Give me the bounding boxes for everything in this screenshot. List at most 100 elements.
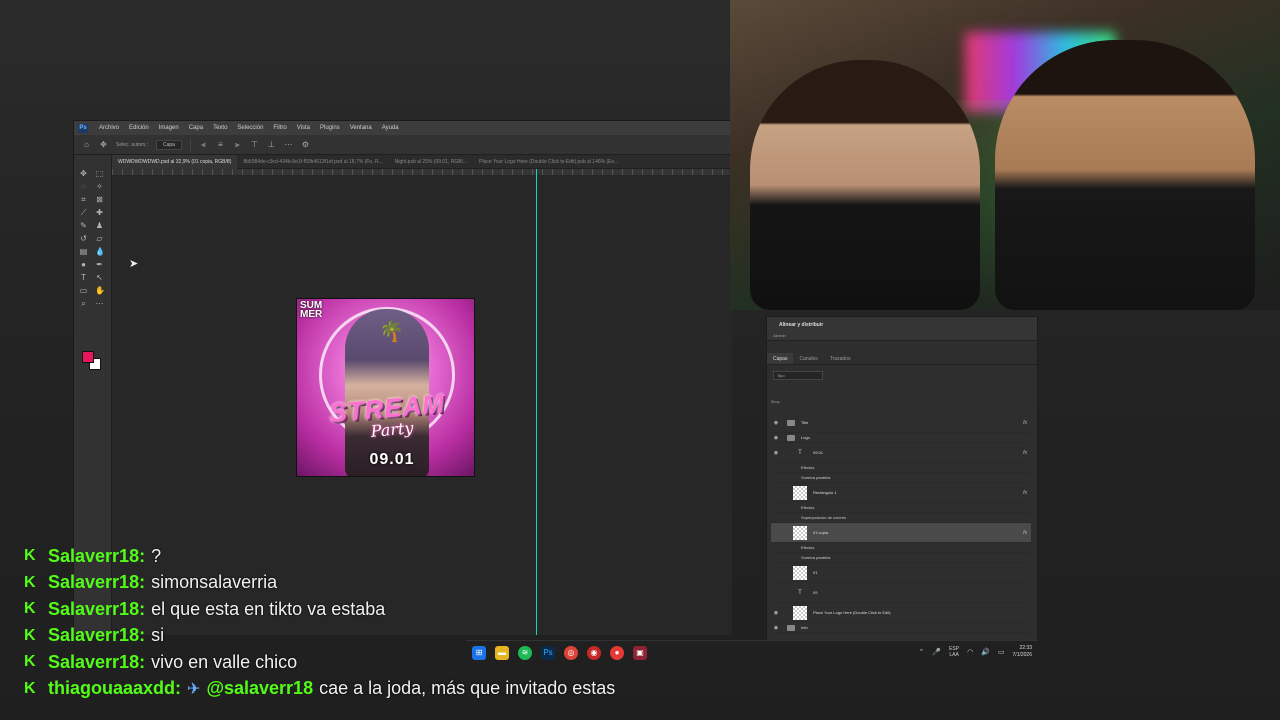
eye-icon[interactable]: ◉: [771, 435, 781, 441]
kick-badge-icon: K: [24, 600, 36, 618]
layer-filter-dropdown[interactable]: Tipo: [773, 371, 823, 380]
menu-capa[interactable]: Capa: [184, 121, 208, 135]
menu-archivo[interactable]: Archivo: [94, 121, 124, 135]
tab-canales[interactable]: Canales: [793, 353, 823, 364]
menu-ventana[interactable]: Ventana: [345, 121, 377, 135]
history-brush-icon[interactable]: ↺: [79, 234, 88, 243]
zoom-icon[interactable]: ⌕: [79, 299, 88, 308]
crop-icon[interactable]: ⌗: [79, 195, 88, 204]
menu-ayuda[interactable]: Ayuda: [377, 121, 404, 135]
gradient-icon[interactable]: ▤: [79, 247, 88, 256]
effect-row[interactable]: Efectos: [771, 543, 1031, 553]
doc-tab-8b59[interactable]: 8b5984de-c9cd-434b-8e1f-f59b4613f1ef.psd…: [237, 155, 388, 169]
frame-icon[interactable]: ⊠: [95, 195, 104, 204]
align-left-icon[interactable]: ⫷: [199, 140, 208, 149]
stream-party-artwork[interactable]: 🌴 SUM MER STREAM Party 09.01: [296, 298, 475, 477]
auto-select-dropdown[interactable]: Capa: [155, 139, 182, 150]
menu-plugins[interactable]: Plugins: [315, 121, 345, 135]
foreground-color-swatch[interactable]: [82, 351, 94, 363]
type-tool-icon[interactable]: T: [79, 273, 88, 282]
dodge-icon[interactable]: ●: [79, 260, 88, 269]
layer-row[interactable]: T 09: [771, 583, 1031, 603]
eye-icon[interactable]: ◉: [771, 420, 781, 426]
rectangle-tool-icon[interactable]: ▭: [79, 286, 88, 295]
doc-tab-logo[interactable]: Place Your Logo Here (Double Click to Ed…: [473, 155, 624, 169]
system-tray: ⌃ 🎤 ESP LAA ◠ 🔊 ▭ 22:33 7/1/2026: [918, 645, 1032, 659]
fx-icon[interactable]: fx: [1023, 530, 1027, 536]
eraser-icon[interactable]: ▱: [95, 234, 104, 243]
effect-row[interactable]: Superposición de colores: [771, 513, 1031, 523]
align-label: Alinear:: [773, 333, 787, 338]
layer-thumbnail: [793, 605, 807, 620]
hand-icon[interactable]: ✋: [95, 286, 105, 295]
menu-vista[interactable]: Vista: [292, 121, 315, 135]
effect-name: Sombra paralela: [801, 555, 831, 560]
chevron-up-icon[interactable]: ⌃: [918, 648, 924, 656]
more-options-icon[interactable]: ⋯: [284, 140, 293, 149]
fx-icon[interactable]: fx: [1023, 420, 1027, 426]
move-icon[interactable]: ✥: [79, 169, 88, 178]
chat-text: el que esta en tikto va estaba: [151, 598, 386, 619]
brush-icon[interactable]: ✎: [79, 221, 88, 230]
battery-icon[interactable]: ▭: [998, 648, 1005, 656]
wifi-icon[interactable]: ◠: [967, 648, 973, 656]
tab-trazados[interactable]: Trazados: [824, 353, 857, 364]
layer-row[interactable]: ◉ Place Your Logo Here (Double Click to …: [771, 603, 1031, 623]
settings-gear-icon[interactable]: ⚙: [301, 140, 310, 149]
move-tool-icon[interactable]: ✥: [99, 140, 108, 149]
stamp-icon[interactable]: ♟: [95, 221, 104, 230]
kick-badge-icon: K: [24, 573, 36, 591]
chat-text: simonsalaverria: [151, 572, 278, 593]
tab-capas[interactable]: Capas: [767, 353, 794, 364]
fx-icon[interactable]: fx: [1023, 490, 1027, 496]
chat-username: Salaverr18: [48, 625, 140, 646]
edit-toolbar-icon[interactable]: ⋯: [95, 299, 104, 308]
doc-tab-wdwd[interactable]: WDWDWDWDWD.psd al 32,9% (01 copia, RGB/8…: [112, 154, 238, 169]
layer-row-selected[interactable]: 01 copia fx: [771, 523, 1031, 543]
chat-colon: :: [175, 678, 182, 699]
menu-texto[interactable]: Texto: [208, 121, 232, 135]
home-icon[interactable]: ⌂: [82, 140, 91, 149]
text-layer-icon: T: [798, 449, 802, 456]
layer-row[interactable]: ◉ Logo: [771, 433, 1031, 443]
path-select-icon[interactable]: ↖: [95, 273, 104, 282]
lasso-icon[interactable]: ◌: [79, 182, 88, 191]
layer-name: Place Your Logo Here (Double Click to Ed…: [813, 610, 891, 615]
layer-row[interactable]: ◉ Title fx: [771, 413, 1031, 433]
eyedropper-icon[interactable]: ⟋: [79, 208, 88, 217]
chat-mention: @salaverr18: [206, 678, 314, 699]
healing-icon[interactable]: ✚: [95, 208, 104, 217]
effect-row[interactable]: Efectos: [771, 463, 1031, 473]
align-right-icon[interactable]: ⫸: [233, 140, 242, 149]
menu-filtro[interactable]: Filtro: [268, 121, 291, 135]
layer-row[interactable]: ◉ T 09.01 fx: [771, 443, 1031, 463]
doc-tab-night[interactable]: Night.psb al 25% (09.01, RGB/...: [389, 155, 474, 169]
align-top-icon[interactable]: ⊤: [250, 140, 259, 149]
chat-message: K Salaverr18: si: [24, 623, 784, 650]
chat-username: Salaverr18: [48, 598, 140, 619]
layer-row[interactable]: 01: [771, 563, 1031, 583]
fx-icon[interactable]: fx: [1023, 450, 1027, 456]
layer-row[interactable]: Rectángulo 1 fx: [771, 483, 1031, 503]
menu-imagen[interactable]: Imagen: [154, 121, 184, 135]
marquee-icon[interactable]: ⬚: [95, 169, 104, 178]
clock[interactable]: 22:33 7/1/2026: [1013, 645, 1032, 659]
magic-wand-icon[interactable]: ✧: [95, 182, 104, 191]
effect-row[interactable]: Sombra paralela: [771, 553, 1031, 563]
menu-edicion[interactable]: Edición: [124, 121, 154, 135]
align-center-icon[interactable]: ≡: [216, 140, 225, 149]
menu-seleccion[interactable]: Selección: [232, 121, 268, 135]
pen-icon[interactable]: ✒: [95, 260, 104, 269]
blur-icon[interactable]: 💧: [95, 247, 105, 256]
layer-name: Logo: [801, 435, 810, 440]
eye-icon[interactable]: ◉: [771, 450, 781, 456]
kick-badge-icon: K: [24, 653, 36, 671]
language-indicator[interactable]: ESP LAA: [949, 646, 959, 658]
microphone-icon[interactable]: 🎤: [932, 648, 941, 656]
align-middle-icon[interactable]: ⊥: [267, 140, 276, 149]
effect-row[interactable]: Sombra paralela: [771, 473, 1031, 483]
layer-row[interactable]: ◉ Info: [771, 623, 1031, 633]
volume-icon[interactable]: 🔊: [981, 648, 990, 656]
effect-row[interactable]: Efectos: [771, 503, 1031, 513]
align-panel-title[interactable]: Alinear y distribuir: [779, 322, 823, 328]
